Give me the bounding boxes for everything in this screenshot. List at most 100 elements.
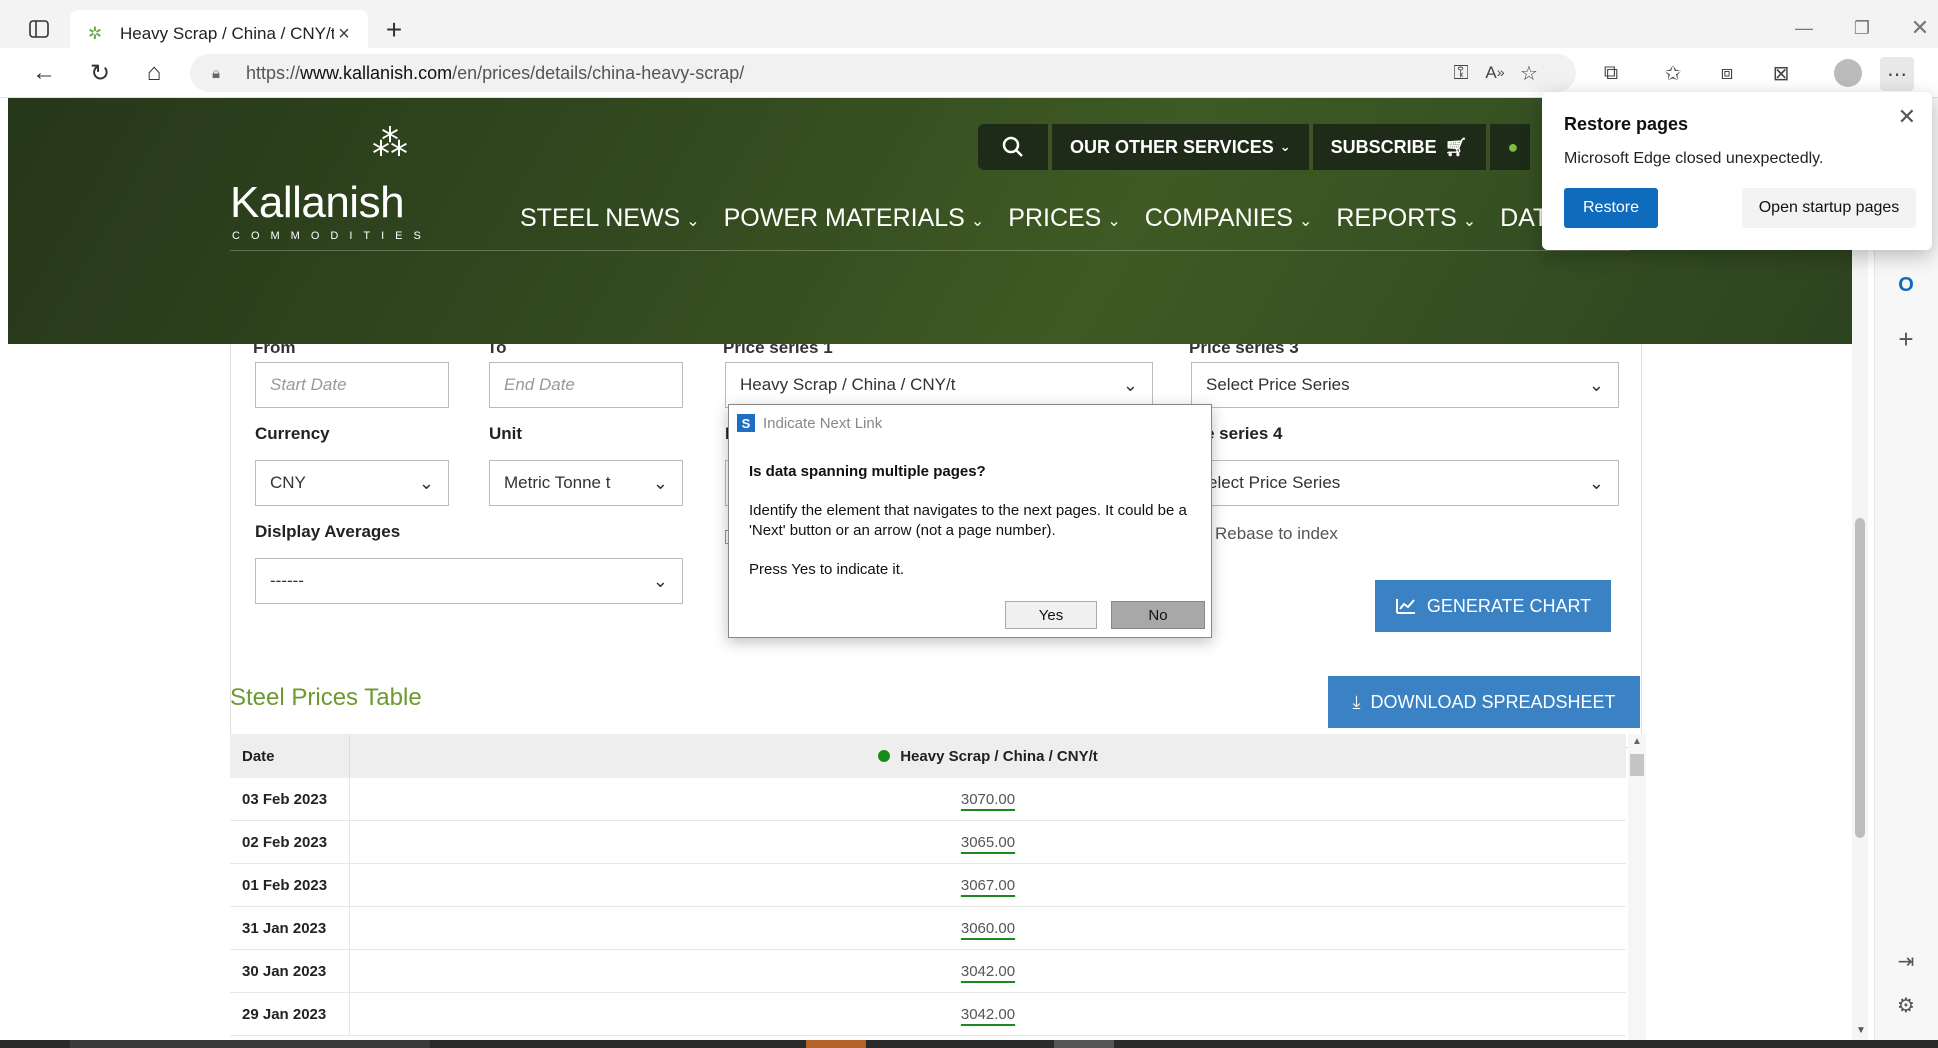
url-text: https://www.kallanish.com/en/prices/deta… — [246, 62, 745, 83]
app-logo-icon: S — [737, 414, 755, 432]
back-icon[interactable]: ← — [26, 57, 62, 89]
taskbar-item[interactable] — [806, 1040, 866, 1048]
header-divider — [230, 250, 1630, 251]
favorites-icon[interactable]: ✩ — [1656, 56, 1690, 90]
add-sidebar-app-icon[interactable]: + — [1889, 322, 1923, 356]
row-value-link[interactable]: 3070.00 — [961, 791, 1015, 808]
read-aloud-icon[interactable]: A» — [1478, 56, 1512, 90]
home-icon[interactable]: ⌂ — [136, 57, 172, 89]
section-title: Steel Prices Table — [230, 684, 422, 711]
chevron-down-icon: ⌄ — [686, 212, 700, 230]
unit-select[interactable]: Metric Tonne t ⌄ — [489, 460, 683, 506]
search-icon[interactable] — [978, 124, 1048, 170]
open-startup-pages-button[interactable]: Open startup pages — [1742, 188, 1916, 228]
nav-reports[interactable]: REPORTS ⌄ — [1336, 204, 1476, 233]
column-header-series-label: Heavy Scrap / China / CNY/t — [900, 747, 1098, 765]
taskbar-item[interactable] — [1054, 1040, 1114, 1048]
end-date-input[interactable]: End Date — [489, 362, 683, 408]
chevron-down-icon: ⌄ — [1279, 139, 1291, 154]
table-row: 01 Feb 2023 3067.00 — [230, 864, 1626, 907]
restore-button[interactable]: Restore — [1564, 188, 1658, 228]
other-services-button[interactable]: OUR OTHER SERVICES ⌄ — [1052, 124, 1309, 170]
subscribe-button[interactable]: SUBSCRIBE 🛒︎ — [1312, 124, 1486, 170]
browser-essentials-icon[interactable]: ⊠ — [1764, 56, 1798, 90]
display-averages-select[interactable]: ------ ⌄ — [255, 558, 683, 604]
user-icon[interactable]: ● — [1489, 124, 1530, 170]
row-value-link[interactable]: 3065.00 — [961, 834, 1015, 851]
row-value-link[interactable]: 3060.00 — [961, 920, 1015, 937]
price-series-3-select[interactable]: Select Price Series ⌄ — [1191, 362, 1619, 408]
currency-select[interactable]: CNY ⌄ — [255, 460, 449, 506]
kallanish-logo[interactable]: ⁂ Kallanish COMMODITIES — [230, 125, 440, 243]
nav-power-materials[interactable]: POWER MATERIALS ⌄ — [724, 204, 985, 233]
row-value-cell: 3060.00 — [350, 920, 1626, 937]
url-field[interactable]: 🔒︎ https://www.kallanish.com/en/prices/d… — [190, 54, 1576, 92]
row-value-cell: 3042.00 — [350, 1006, 1626, 1023]
unit-label: Unit — [489, 424, 523, 443]
table-header: Date Heavy Scrap / China / CNY/t — [230, 734, 1626, 778]
row-date: 29 Jan 2023 — [230, 993, 350, 1035]
taskbar-item[interactable] — [70, 1040, 430, 1048]
table-row: 03 Feb 2023 3070.00 — [230, 778, 1626, 821]
extensions-icon[interactable]: ⧉ — [1594, 56, 1628, 90]
column-header-series: Heavy Scrap / China / CNY/t — [350, 748, 1626, 765]
row-value-link[interactable]: 3067.00 — [961, 877, 1015, 894]
scroll-down-icon[interactable]: ▼ — [1856, 1025, 1866, 1036]
table-scrollbar-thumb[interactable] — [1630, 754, 1644, 776]
add-favorite-icon[interactable]: ☆ — [1512, 56, 1546, 90]
tab-actions-icon[interactable] — [22, 14, 56, 44]
more-menu-icon[interactable]: ⋯ — [1880, 57, 1914, 91]
scroll-up-icon[interactable]: ▲ — [1632, 736, 1642, 747]
row-value-link[interactable]: 3042.00 — [961, 963, 1015, 980]
download-icon: ⤓ — [1352, 691, 1361, 712]
main-nav: STEEL NEWS ⌄ POWER MATERIALS ⌄ PRICES ⌄ COM… — [520, 198, 1640, 238]
profile-avatar-icon[interactable] — [1834, 59, 1862, 87]
table-scrollbar[interactable]: ▲ — [1628, 734, 1646, 1040]
row-value-cell: 3065.00 — [350, 834, 1626, 851]
price-series-1-select[interactable]: Heavy Scrap / China / CNY/t ⌄ — [725, 362, 1153, 408]
row-date: 01 Feb 2023 — [230, 864, 350, 906]
nav-steel-news[interactable]: STEEL NEWS ⌄ — [520, 204, 700, 233]
nav-companies[interactable]: COMPANIES ⌄ — [1145, 204, 1313, 233]
row-date: 03 Feb 2023 — [230, 778, 350, 820]
minimize-icon[interactable]: — — [1784, 12, 1824, 44]
yes-button[interactable]: Yes — [1005, 601, 1097, 629]
row-date: 30 Jan 2023 — [230, 950, 350, 992]
close-window-icon[interactable]: ✕ — [1900, 12, 1938, 44]
logo-subtitle: COMMODITIES — [232, 230, 432, 242]
price-series-4-select[interactable]: elect Price Series ⌄ — [1191, 460, 1619, 506]
new-tab-icon[interactable]: + — [378, 14, 410, 46]
download-spreadsheet-button[interactable]: ⤓ DOWNLOAD SPREADSHEET — [1328, 676, 1640, 728]
dialog-title: Indicate Next Link — [763, 414, 883, 432]
hide-sidebar-icon[interactable]: ⇥ — [1889, 944, 1923, 978]
page-scrollbar-thumb[interactable] — [1855, 518, 1865, 838]
cart-icon: 🛒︎ — [1444, 136, 1468, 157]
table-row: 31 Jan 2023 3060.00 — [230, 907, 1626, 950]
generate-chart-button[interactable]: GENERATE CHART — [1375, 580, 1611, 632]
outlook-icon[interactable]: O — [1889, 268, 1923, 302]
collections-icon[interactable]: ⧈ — [1710, 56, 1744, 90]
table-row: 29 Jan 2023 3042.00 — [230, 993, 1626, 1036]
nav-prices[interactable]: PRICES ⌄ — [1008, 204, 1121, 233]
dialog-question: Is data spanning multiple pages? — [749, 463, 986, 480]
no-button[interactable]: No — [1111, 601, 1205, 629]
tab-close-icon[interactable]: × — [334, 23, 354, 46]
refresh-icon[interactable]: ↻ — [82, 57, 118, 89]
restore-pages-popup: Restore pages ✕ Microsoft Edge closed un… — [1542, 92, 1932, 250]
download-spreadsheet-label: DOWNLOAD SPREADSHEET — [1370, 691, 1616, 712]
chevron-down-icon: ⌄ — [1462, 212, 1477, 230]
logo-text: Kallanish — [230, 178, 405, 227]
restore-popup-message: Microsoft Edge closed unexpectedly. — [1564, 150, 1824, 167]
start-date-input[interactable]: Start Date — [255, 362, 449, 408]
generate-chart-label: GENERATE CHART — [1426, 595, 1592, 616]
key-icon[interactable]: ⚿ — [1444, 56, 1478, 90]
prices-table: Date Heavy Scrap / China / CNY/t 03 Feb … — [230, 734, 1626, 1036]
close-icon[interactable]: ✕ — [1898, 104, 1916, 130]
restore-window-icon[interactable]: ❐ — [1842, 12, 1882, 44]
settings-gear-icon[interactable]: ⚙ — [1889, 988, 1923, 1022]
chevron-down-icon: ⌄ — [1107, 212, 1121, 230]
chevron-down-icon: ⌄ — [1588, 375, 1604, 395]
other-services-label: OUR OTHER SERVICES — [1070, 136, 1274, 157]
row-value-link[interactable]: 3042.00 — [961, 1006, 1015, 1023]
restore-popup-title: Restore pages — [1564, 114, 1689, 134]
